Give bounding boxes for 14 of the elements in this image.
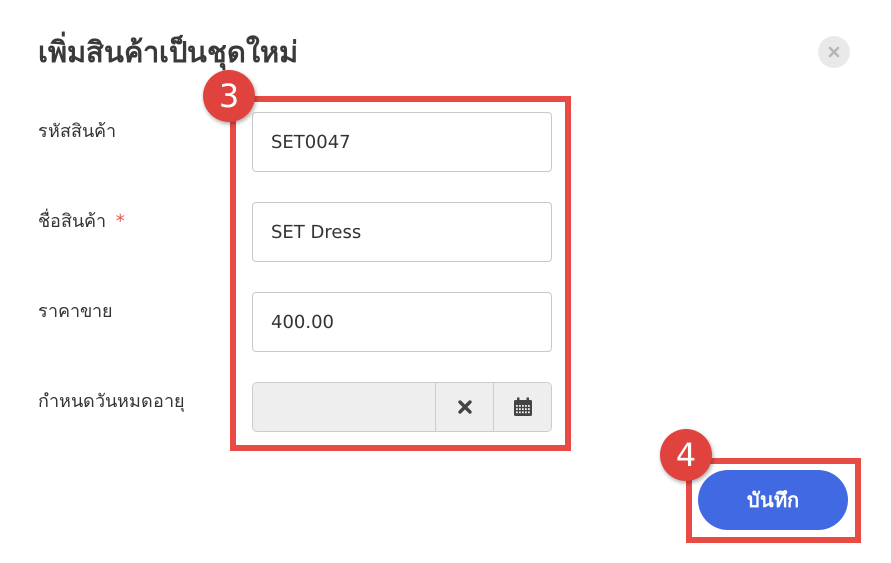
field-label: รหัสสินค้า (38, 121, 116, 142)
input-field[interactable]: SET0047 (252, 112, 552, 172)
step-badge: 3 (203, 70, 255, 122)
required-mark: * (116, 211, 125, 232)
input-field[interactable]: 400.00 (252, 292, 552, 352)
save-button[interactable]: บันทึก (698, 470, 848, 530)
field-label: กำหนดวันหมดอายุ (38, 391, 185, 412)
input-field[interactable]: SET Dress (252, 202, 552, 262)
close-icon (828, 46, 840, 58)
field-label: ชื่อสินค้า (38, 211, 106, 232)
close-icon (456, 399, 472, 415)
step-badge: 4 (660, 429, 712, 481)
field-label: ราคาขาย (38, 301, 113, 322)
calendar-icon (512, 397, 532, 417)
